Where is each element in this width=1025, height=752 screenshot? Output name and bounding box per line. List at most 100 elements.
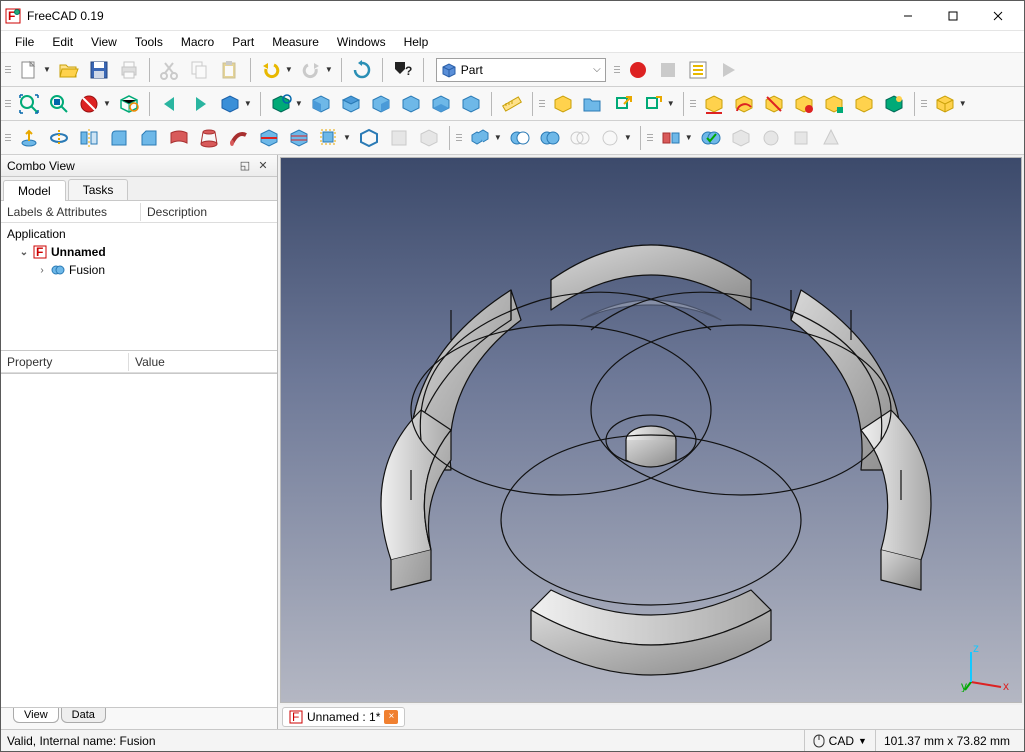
tree-header-labels[interactable]: Labels & Attributes — [1, 203, 141, 221]
document-tab[interactable]: F Unnamed : 1* × — [282, 707, 405, 727]
menu-file[interactable]: File — [7, 33, 42, 51]
link-make-button[interactable] — [609, 90, 637, 118]
measure-angular-button[interactable] — [730, 90, 758, 118]
ruled-surface-button[interactable] — [165, 124, 193, 152]
tree-header-description[interactable]: Description — [141, 203, 213, 221]
undo-dropdown[interactable]: ▼ — [285, 65, 293, 74]
toolbar-grip[interactable] — [921, 91, 927, 117]
macro-list-button[interactable] — [684, 56, 712, 84]
close-tab-button[interactable]: × — [384, 710, 398, 724]
measure-toggle3d-button[interactable] — [850, 90, 878, 118]
menu-windows[interactable]: Windows — [329, 33, 394, 51]
link-actions-button[interactable] — [639, 90, 667, 118]
tab-data[interactable]: Data — [61, 708, 106, 723]
check-geometry-button[interactable] — [697, 124, 725, 152]
chamfer-button[interactable] — [135, 124, 163, 152]
boolean-union-button[interactable] — [536, 124, 564, 152]
link-nav-dropdown[interactable]: ▼ — [244, 99, 252, 108]
whatsthis-button[interactable]: ? — [389, 56, 417, 84]
view-left-button[interactable] — [457, 90, 485, 118]
shape-builder-button[interactable] — [757, 124, 785, 152]
primitives-button[interactable] — [817, 124, 845, 152]
boolean-cut-button[interactable] — [506, 124, 534, 152]
close-panel-button[interactable]: ✕ — [255, 158, 271, 174]
boolean-intersect-button[interactable] — [566, 124, 594, 152]
color-per-face-button[interactable] — [415, 124, 443, 152]
redo-button[interactable] — [297, 56, 325, 84]
view-top-button[interactable] — [337, 90, 365, 118]
macro-stop-button[interactable] — [654, 56, 682, 84]
measure-distance-button[interactable] — [498, 90, 526, 118]
projection-button[interactable] — [385, 124, 413, 152]
attachment-button[interactable] — [787, 124, 815, 152]
tab-model[interactable]: Model — [3, 180, 66, 201]
isometric-button[interactable] — [267, 90, 295, 118]
split-dropdown[interactable]: ▼ — [685, 133, 693, 142]
axis-gizmo[interactable]: x y z — [961, 642, 1011, 692]
nav-right-button[interactable] — [186, 90, 214, 118]
maximize-button[interactable] — [930, 2, 975, 30]
offset3d-button[interactable] — [315, 124, 343, 152]
compound-dropdown[interactable]: ▼ — [494, 133, 502, 142]
extrude-button[interactable] — [15, 124, 43, 152]
join-dropdown[interactable]: ▼ — [624, 133, 632, 142]
measure-clear-button[interactable] — [790, 90, 818, 118]
refresh-button[interactable] — [348, 56, 376, 84]
menu-tools[interactable]: Tools — [127, 33, 171, 51]
open-button[interactable] — [55, 56, 83, 84]
measure-linear-button[interactable] — [700, 90, 728, 118]
nav-left-button[interactable] — [156, 90, 184, 118]
toolbar-grip[interactable] — [5, 125, 11, 151]
defeaturing-button[interactable] — [727, 124, 755, 152]
thickness-button[interactable] — [355, 124, 383, 152]
cross-sections-button[interactable] — [285, 124, 313, 152]
undo-button[interactable] — [257, 56, 285, 84]
fit-all-button[interactable] — [15, 90, 43, 118]
undock-button[interactable]: ◱ — [237, 158, 253, 174]
split-button[interactable] — [657, 124, 685, 152]
tree-view[interactable]: Application ⌄ F Unnamed › Fusion — [1, 223, 277, 351]
view-bottom-button[interactable] — [427, 90, 455, 118]
menu-macro[interactable]: Macro — [173, 33, 222, 51]
link-actions-dropdown[interactable]: ▼ — [667, 99, 675, 108]
menu-part[interactable]: Part — [224, 33, 262, 51]
bounding-box-button[interactable] — [115, 90, 143, 118]
part-box-button[interactable] — [931, 90, 959, 118]
tab-tasks[interactable]: Tasks — [68, 179, 129, 200]
save-button[interactable] — [85, 56, 113, 84]
property-body[interactable] — [1, 373, 277, 707]
3d-viewport[interactable]: x y z — [280, 157, 1022, 703]
redo-dropdown[interactable]: ▼ — [325, 65, 333, 74]
print-button[interactable] — [115, 56, 143, 84]
paste-button[interactable] — [216, 56, 244, 84]
compound-button[interactable] — [466, 124, 494, 152]
tree-document[interactable]: ⌄ F Unnamed — [1, 243, 277, 261]
revolve-button[interactable] — [45, 124, 73, 152]
draw-style-dropdown[interactable]: ▼ — [103, 99, 111, 108]
fit-selection-button[interactable] — [45, 90, 73, 118]
mirror-button[interactable] — [75, 124, 103, 152]
create-group-button[interactable] — [579, 90, 607, 118]
expand-icon[interactable]: ⌄ — [19, 247, 29, 258]
toolbar-grip[interactable] — [456, 125, 462, 151]
toolbar-grip[interactable] — [5, 57, 11, 83]
measure-toggle-button[interactable] — [820, 90, 848, 118]
nav-style-selector[interactable]: CAD ▼ — [804, 730, 875, 751]
sweep-button[interactable] — [225, 124, 253, 152]
link-nav-button[interactable] — [216, 90, 244, 118]
tree-application[interactable]: Application — [1, 225, 277, 243]
create-part-button[interactable] — [549, 90, 577, 118]
close-button[interactable] — [975, 2, 1020, 30]
property-header-property[interactable]: Property — [1, 353, 129, 371]
view-rear-button[interactable] — [397, 90, 425, 118]
cut-button[interactable] — [156, 56, 184, 84]
menu-edit[interactable]: Edit — [44, 33, 81, 51]
measure-refresh-button[interactable] — [760, 90, 788, 118]
toolbar-grip[interactable] — [647, 125, 653, 151]
draw-style-button[interactable] — [75, 90, 103, 118]
view-front-button[interactable] — [307, 90, 335, 118]
menu-measure[interactable]: Measure — [264, 33, 327, 51]
menu-help[interactable]: Help — [396, 33, 437, 51]
macro-play-button[interactable] — [714, 56, 742, 84]
menu-view[interactable]: View — [83, 33, 125, 51]
